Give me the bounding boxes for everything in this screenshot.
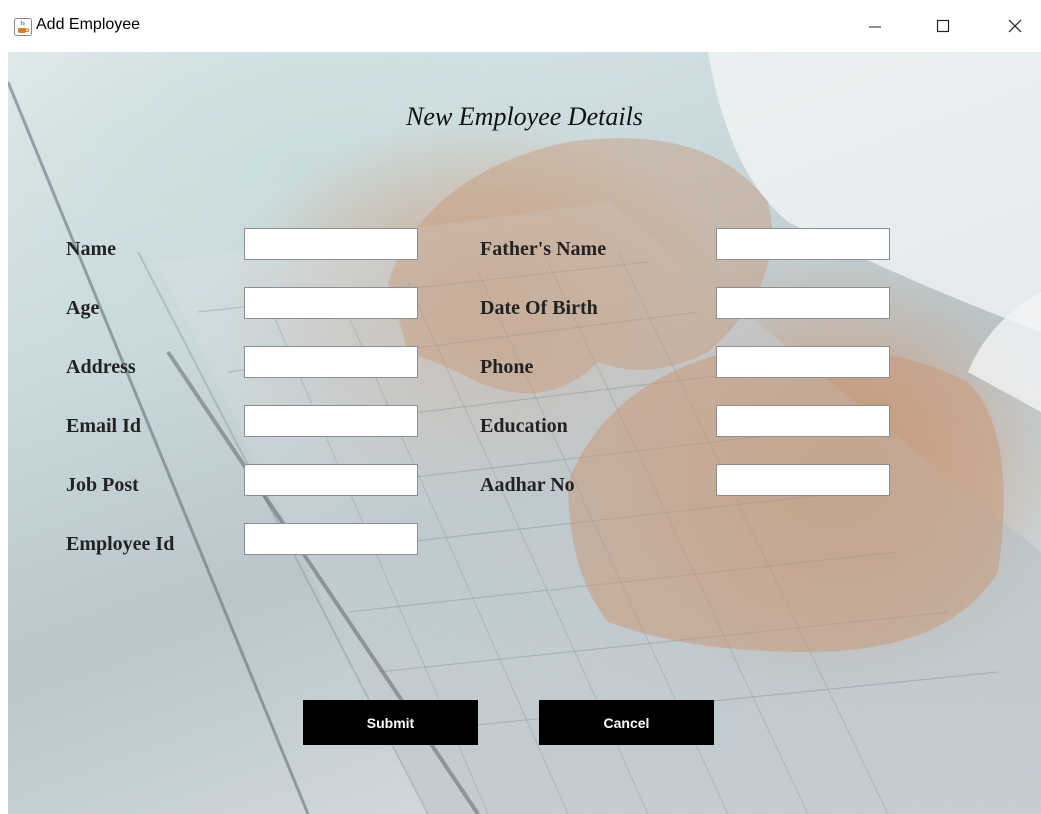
date-of-birth-label: Date Of Birth: [480, 297, 598, 319]
minimize-button[interactable]: [852, 10, 898, 46]
education-label: Education: [480, 415, 568, 437]
education-field[interactable]: [716, 405, 890, 437]
maximize-icon: [936, 19, 950, 38]
phone-field[interactable]: [716, 346, 890, 378]
age-field[interactable]: [244, 287, 418, 319]
phone-label: Phone: [480, 356, 534, 378]
java-coffee-cup-icon: [14, 18, 32, 36]
close-icon: [1007, 18, 1023, 39]
address-label: Address: [66, 356, 136, 378]
age-label: Age: [66, 297, 100, 319]
address-field[interactable]: [244, 346, 418, 378]
employee-id-label: Employee Id: [66, 533, 175, 555]
fathers-name-label: Father's Name: [480, 238, 607, 260]
form-heading: New Employee Details: [406, 102, 643, 131]
job-post-field[interactable]: [244, 464, 418, 496]
form-panel: New Employee Details Name Age Address Em…: [8, 52, 1041, 814]
job-post-label: Job Post: [66, 474, 139, 496]
minimize-icon: [868, 19, 882, 38]
close-button[interactable]: [992, 10, 1038, 46]
title-bar[interactable]: Add Employee: [0, 0, 1041, 52]
employee-id-field[interactable]: [244, 523, 418, 555]
aadhar-no-field[interactable]: [716, 464, 890, 496]
aadhar-no-label: Aadhar No: [480, 474, 575, 496]
name-field[interactable]: [244, 228, 418, 260]
date-of-birth-field[interactable]: [716, 287, 890, 319]
maximize-button[interactable]: [920, 10, 966, 46]
window-title: Add Employee: [36, 16, 141, 33]
cancel-button[interactable]: Cancel: [539, 700, 714, 745]
email-id-label: Email Id: [66, 415, 142, 437]
email-id-field[interactable]: [244, 405, 418, 437]
submit-button[interactable]: Submit: [303, 700, 478, 745]
fathers-name-field[interactable]: [716, 228, 890, 260]
name-label: Name: [66, 238, 116, 260]
add-employee-window: Add Employee New Employee Details Name A…: [0, 0, 1041, 814]
